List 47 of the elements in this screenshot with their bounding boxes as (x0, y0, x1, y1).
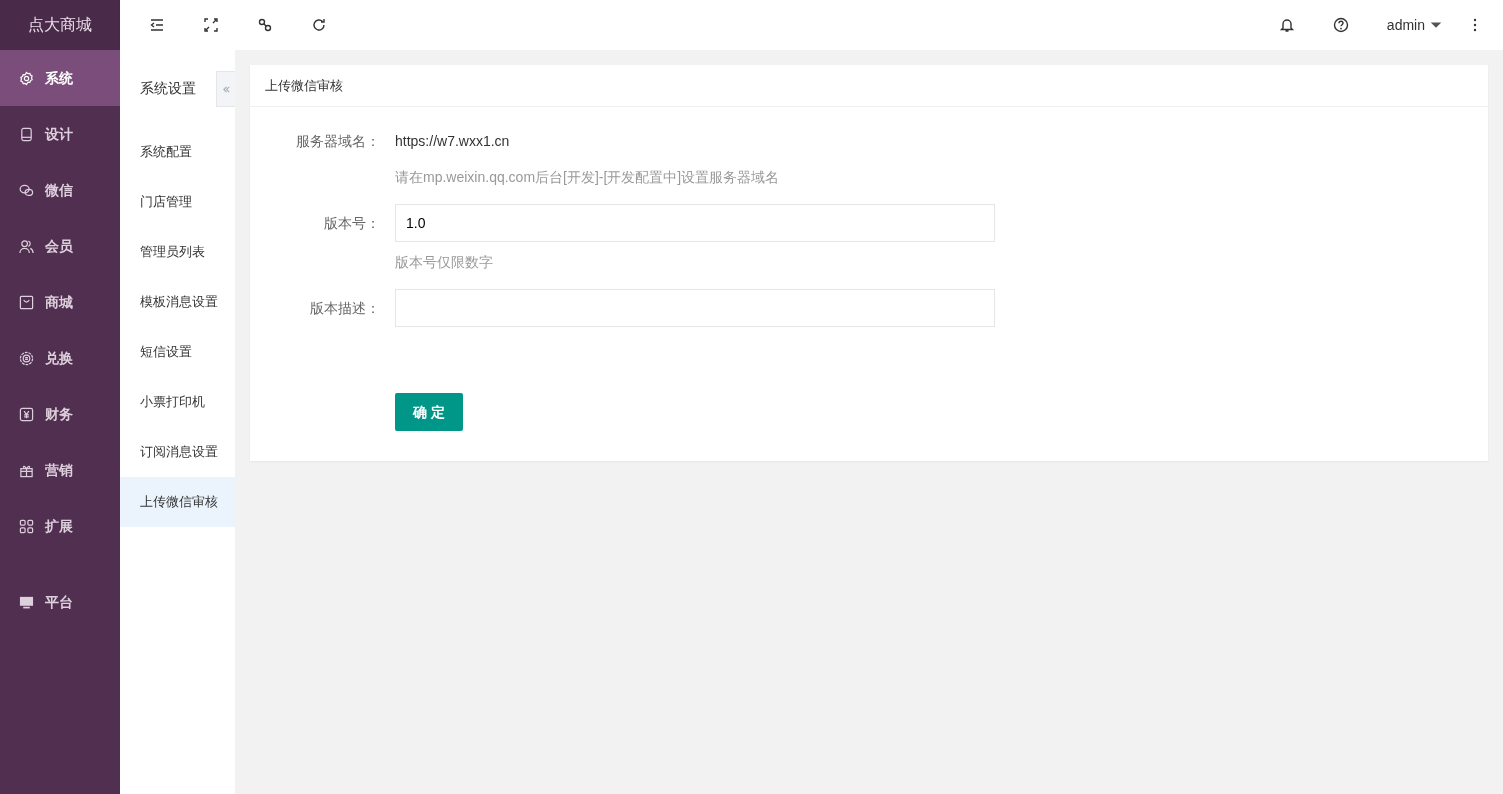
double-chevron-icon (221, 84, 231, 94)
subnav-item[interactable]: 订阅消息设置 (120, 427, 235, 477)
sidebar-item[interactable]: 财务 (0, 386, 120, 442)
field-value: https://w7.wxx1.cn (395, 131, 510, 151)
user-menu[interactable]: admin (1386, 14, 1443, 36)
subnav-item[interactable]: 上传微信审核 (120, 477, 235, 527)
sidebar-item[interactable]: 扩展 (0, 498, 120, 554)
monitor-icon (19, 594, 34, 610)
input-field[interactable]: 1.0 (395, 204, 995, 242)
subnav-item[interactable]: 门店管理 (120, 177, 235, 227)
sidebar-item[interactable]: 微信 (0, 162, 120, 218)
refresh-icon[interactable] (311, 17, 327, 33)
sidebar-item[interactable]: 系统 (0, 50, 120, 106)
subnav-item[interactable]: 管理员列表 (120, 227, 235, 277)
submit-button[interactable]: 确 定 (395, 393, 463, 431)
chat-icon (19, 182, 34, 198)
bell-icon[interactable] (1278, 17, 1295, 33)
fullscreen-icon[interactable] (203, 17, 219, 33)
sidebar-item[interactable]: 会员 (0, 218, 120, 274)
subnav-item[interactable]: 小票打印机 (120, 377, 235, 427)
field-hint: 版本号仅限数字 (395, 253, 493, 272)
gear-icon (19, 70, 34, 86)
help-icon[interactable] (1332, 17, 1349, 33)
input-field[interactable] (395, 289, 995, 327)
bag-icon (19, 294, 34, 310)
link-icon[interactable] (257, 17, 273, 33)
subnav-item[interactable]: 系统配置 (120, 127, 235, 177)
subnav-title: 系统设置 (140, 79, 196, 98)
card-title: 上传微信审核 (265, 76, 343, 95)
sidebar-item[interactable]: 设计 (0, 106, 120, 162)
users-icon (19, 238, 34, 254)
brand-title: 点大商城 (0, 0, 120, 50)
sidebar-item[interactable]: 平台 (0, 574, 120, 630)
subnav-item[interactable]: 短信设置 (120, 327, 235, 377)
field-hint: 请在mp.weixin.qq.com后台[开发]-[开发配置中]设置服务器域名 (395, 168, 780, 187)
subnav-item[interactable]: 模板消息设置 (120, 277, 235, 327)
sidebar-item[interactable]: 兑换 (0, 330, 120, 386)
grid-icon (19, 518, 34, 534)
sidebar-item[interactable]: 营销 (0, 442, 120, 498)
tablet-icon (19, 126, 34, 142)
field-label: 服务器域名： (295, 131, 381, 151)
field-label: 版本描述： (309, 298, 381, 318)
menu-fold-icon[interactable] (149, 17, 165, 33)
field-label: 版本号： (323, 213, 381, 233)
coin-icon (19, 350, 34, 366)
sidebar-item[interactable]: 商城 (0, 274, 120, 330)
yen-icon (19, 406, 34, 422)
